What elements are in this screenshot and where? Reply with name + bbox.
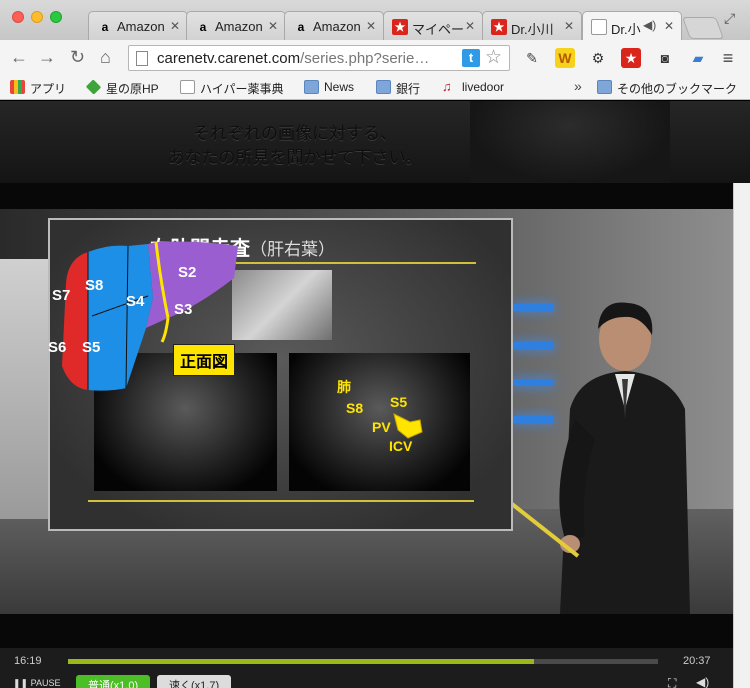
label-s8: S8: [346, 400, 364, 416]
pause-button[interactable]: ❚❚ PAUSE: [13, 678, 60, 688]
volume-icon[interactable]: ◀): [696, 675, 709, 688]
minimize-window-button[interactable]: [31, 11, 43, 23]
forward-icon[interactable]: →: [38, 47, 56, 68]
slide-divider: [88, 500, 474, 502]
page-banner: それぞれの画像に対する、 あなたの所見を聞かせて下さい。: [0, 101, 750, 183]
tab-label: Dr.小川: [511, 22, 554, 37]
tab-close-icon[interactable]: ✕: [170, 19, 180, 33]
page-icon: [136, 51, 148, 66]
folder-icon: [597, 80, 612, 94]
elapsed-time: 16:19: [14, 655, 42, 667]
tab-close-icon[interactable]: ✕: [465, 19, 475, 33]
back-icon[interactable]: ←: [10, 47, 28, 68]
banner-line-1: それぞれの画像に対する、: [193, 124, 397, 143]
maximize-window-button[interactable]: [50, 11, 62, 23]
bookmarks-bar: アプリ 星の原HP ハイパー薬事典 News 銀行 ♫ livedoor » その…: [0, 76, 750, 100]
camera-icon[interactable]: ◙: [655, 48, 675, 68]
livedoor-icon: ♫: [442, 79, 452, 94]
new-tab-button[interactable]: [681, 17, 725, 39]
chevron-right-icon[interactable]: »: [574, 78, 582, 94]
total-time: 20:37: [683, 655, 711, 667]
folder-icon: [376, 80, 391, 94]
bookmark-other[interactable]: その他のブックマーク: [597, 80, 737, 97]
tab-label: マイペー: [412, 22, 465, 37]
banner-line-2: あなたの所見を聞かせて下さい。: [167, 148, 423, 167]
label-s5: S5: [390, 394, 408, 410]
amazon-icon: a: [101, 20, 109, 34]
label-segment-s6: S6: [48, 339, 67, 356]
page-content: それぞれの画像に対する、 あなたの所見を聞かせて下さい。 右肋間走査（肝右葉）: [0, 101, 750, 688]
tab-label: Amazon: [313, 19, 361, 34]
fullscreen-icon[interactable]: ⤢: [724, 10, 735, 27]
w-extension-icon[interactable]: W: [555, 48, 575, 68]
bookmark-livedoor[interactable]: ♫ livedoor: [442, 79, 504, 95]
pause-icon: ❚❚: [13, 678, 29, 688]
tab-dr-ogawa[interactable]: ★ Dr.小川 ✕: [482, 11, 582, 40]
label-pv: PV: [372, 419, 391, 435]
red-star-icon: ★: [491, 19, 507, 35]
tab-mypage[interactable]: ★ マイペー ✕: [383, 11, 483, 40]
page-icon: [180, 80, 195, 94]
label-icv: ICV: [389, 438, 413, 454]
reload-icon[interactable]: ↻: [70, 47, 85, 68]
label-segment-s5: S5: [82, 339, 101, 356]
browser-toolbar: ← → ↻ ⌂ carenetv.carenet.com/series.php?…: [0, 40, 750, 76]
page-icon: [591, 19, 607, 35]
bookmark-hoshinohara[interactable]: 星の原HP: [85, 79, 159, 97]
tab-label: Dr.小: [611, 22, 641, 37]
amazon-icon: a: [297, 20, 305, 34]
settings-extension-icon[interactable]: ⚙: [588, 48, 608, 68]
label-segment-s8: S8: [85, 277, 104, 294]
studio-panel: [0, 259, 55, 519]
red-star-extension-icon[interactable]: ★: [621, 48, 641, 68]
fullscreen-video-icon[interactable]: ⛶: [668, 676, 676, 688]
folder-icon: [304, 80, 319, 94]
red-star-icon: ★: [392, 19, 408, 35]
bookmark-star-icon[interactable]: ☆: [485, 46, 502, 69]
green-diamond-icon: [85, 79, 102, 95]
label-lung: 肺: [337, 379, 351, 395]
home-icon[interactable]: ⌂: [100, 47, 111, 68]
label-segment-s4: S4: [126, 293, 145, 310]
speed-fast-button[interactable]: 速く(x1.7): [157, 675, 232, 688]
tab-amazon-2[interactable]: a Amazon ✕: [186, 11, 286, 40]
tab-amazon-1[interactable]: a Amazon ✕: [88, 11, 188, 40]
label-segment-s3: S3: [174, 301, 193, 318]
pointing-hand-icon: [393, 413, 423, 439]
tab-active[interactable]: Dr.小 ◀) ✕: [582, 11, 682, 40]
label-segment-s7: S7: [52, 287, 71, 304]
tab-amazon-3[interactable]: a Amazon ✕: [284, 11, 384, 40]
tab-label: Amazon: [215, 19, 263, 34]
t-extension-icon[interactable]: t: [462, 49, 480, 67]
bookmark-bank[interactable]: 銀行: [376, 80, 420, 97]
video-controls: 16:19 20:37 ❚❚ PAUSE 普通(x1.0) 速く(x1.7) ⛶…: [0, 648, 733, 688]
progress-bar[interactable]: [68, 659, 658, 664]
tab-bar: a Amazon ✕ a Amazon ✕ a Amazon ✕ ★ マイペー …: [0, 0, 750, 40]
tab-close-icon[interactable]: ✕: [366, 19, 376, 33]
speaker-icon: ◀): [643, 18, 657, 32]
tab-close-icon[interactable]: ✕: [564, 19, 574, 33]
evernote-icon[interactable]: ✎: [522, 48, 542, 68]
address-bar[interactable]: carenetv.carenet.com/series.php?serie… t…: [128, 45, 510, 71]
url-text[interactable]: carenetv.carenet.com/series.php?serie…: [157, 50, 429, 67]
progress-fill: [68, 659, 535, 664]
speed-normal-button[interactable]: 普通(x1.0): [76, 675, 151, 688]
tab-label: Amazon: [117, 19, 165, 34]
page-scrollbar[interactable]: [733, 183, 750, 688]
bookmark-news[interactable]: News: [304, 80, 354, 94]
folder-extension-icon[interactable]: ▰: [688, 48, 708, 68]
apps-icon: [10, 80, 25, 94]
amazon-icon: a: [199, 20, 207, 34]
bookmark-apps[interactable]: アプリ: [10, 80, 66, 97]
menu-icon[interactable]: ≡: [718, 48, 738, 68]
close-window-button[interactable]: [12, 11, 24, 23]
tab-close-icon[interactable]: ✕: [664, 19, 674, 33]
label-segment-s2: S2: [178, 264, 197, 281]
tab-close-icon[interactable]: ✕: [268, 19, 278, 33]
front-view-badge: 正面図: [173, 344, 236, 376]
bookmark-hyper-drug[interactable]: ハイパー薬事典: [180, 80, 284, 97]
